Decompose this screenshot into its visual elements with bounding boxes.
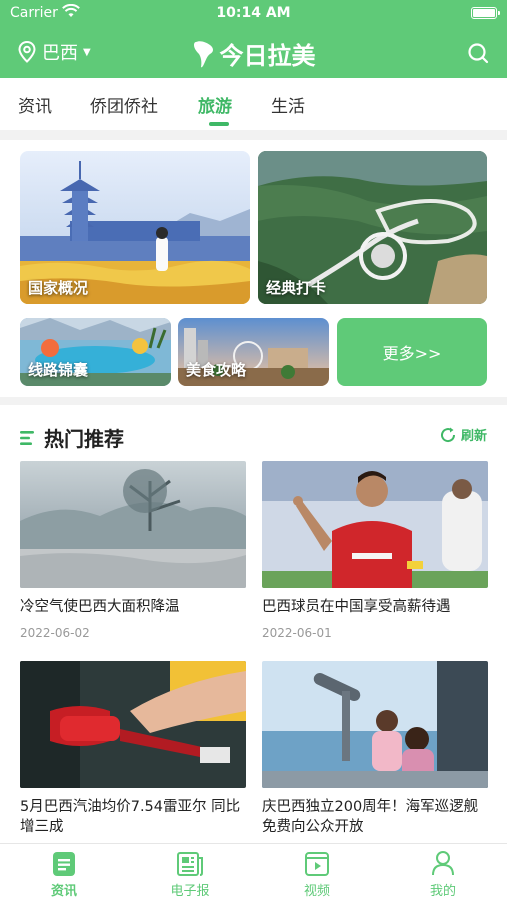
- tab-associations[interactable]: 侨团侨社: [90, 92, 158, 117]
- refresh-label: 刷新: [460, 429, 487, 444]
- news-title: 冷空气使巴西大面积降温: [20, 599, 180, 615]
- bottom-nav: 资讯 电子报 视频 我的: [0, 843, 507, 900]
- app-header: Carrier 10:14 AM 巴西 ▼ 今日拉美: [0, 0, 507, 78]
- tab-life[interactable]: 生活: [271, 92, 305, 117]
- news-icon: [14, 848, 114, 876]
- news-image-navy-ship: [262, 661, 488, 788]
- nav-mine-label: 我的: [429, 884, 456, 899]
- refresh-icon: [441, 427, 455, 442]
- nav-newspaper[interactable]: 电子报: [140, 848, 240, 899]
- video-icon: [267, 848, 367, 876]
- news-card[interactable]: 冷空气使巴西大面积降温 2022-06-02: [20, 461, 246, 640]
- news-image-soccer: [262, 461, 488, 588]
- latin-america-logo-icon: [192, 39, 216, 69]
- more-label: 更多>>: [382, 344, 442, 363]
- news-card[interactable]: 庆巴西独立200周年！海军巡逻舰免费向公众开放: [262, 661, 488, 837]
- clock: 10:14 AM: [216, 5, 291, 21]
- tab-travel[interactable]: 旅游: [198, 92, 232, 117]
- search-icon[interactable]: [467, 42, 489, 68]
- news-card[interactable]: 5月巴西汽油均价7.54雷亚尔 同比增三成: [20, 661, 246, 837]
- news-date: 2022-06-02: [20, 626, 90, 640]
- newspaper-icon: [140, 848, 240, 876]
- tile-food-guide[interactable]: 美食攻略: [178, 318, 329, 386]
- tile-classic-spots[interactable]: 经典打卡: [258, 151, 487, 304]
- news-title: 庆巴西独立200周年！海军巡逻舰免费向公众开放: [262, 799, 479, 835]
- tile-route-tips[interactable]: 线路锦囊: [20, 318, 171, 386]
- battery-icon: [471, 7, 500, 19]
- refresh-button[interactable]: 刷新: [439, 425, 487, 444]
- travel-section: 国家概况 经典打卡 线路锦囊 美食攻略 更多>>: [0, 140, 507, 397]
- news-image-frost: [20, 461, 246, 588]
- nav-video-label: 视频: [303, 884, 330, 899]
- active-tab-indicator: [209, 122, 229, 126]
- news-title: 巴西球员在中国享受高薪待遇: [262, 599, 451, 615]
- app-brand: 今日拉美: [0, 36, 507, 71]
- list-bars-icon: [20, 430, 36, 446]
- nav-newspaper-label: 电子报: [170, 884, 210, 899]
- news-image-fuel: [20, 661, 246, 788]
- tile-classic-label: 经典打卡: [266, 279, 327, 297]
- tab-news[interactable]: 资讯: [18, 92, 52, 117]
- hot-recommend-section: 热门推荐 刷新 冷空气使巴西大面积降温 2022-06-02 巴西球员在中国享受…: [0, 405, 507, 845]
- news-date: 2022-06-01: [262, 626, 332, 640]
- tile-country-overview[interactable]: 国家概况: [20, 151, 250, 304]
- tile-food-label: 美食攻略: [186, 361, 247, 379]
- brand-title: 今日拉美: [219, 42, 316, 70]
- nav-mine[interactable]: 我的: [393, 848, 493, 899]
- section-header: 热门推荐: [20, 423, 124, 452]
- status-bar: Carrier 10:14 AM: [0, 0, 507, 28]
- category-tabs: 资讯 侨团侨社 旅游 生活: [0, 78, 507, 130]
- nav-news[interactable]: 资讯: [14, 848, 114, 899]
- nav-video[interactable]: 视频: [267, 848, 367, 899]
- section-title: 热门推荐: [44, 427, 124, 451]
- tile-routes-label: 线路锦囊: [28, 361, 89, 379]
- tile-country-label: 国家概况: [28, 279, 89, 297]
- user-icon: [393, 848, 493, 876]
- nav-news-label: 资讯: [50, 884, 77, 899]
- more-button[interactable]: 更多>>: [337, 318, 487, 386]
- news-title: 5月巴西汽油均价7.54雷亚尔 同比增三成: [20, 799, 241, 835]
- news-card[interactable]: 巴西球员在中国享受高薪待遇 2022-06-01: [262, 461, 488, 640]
